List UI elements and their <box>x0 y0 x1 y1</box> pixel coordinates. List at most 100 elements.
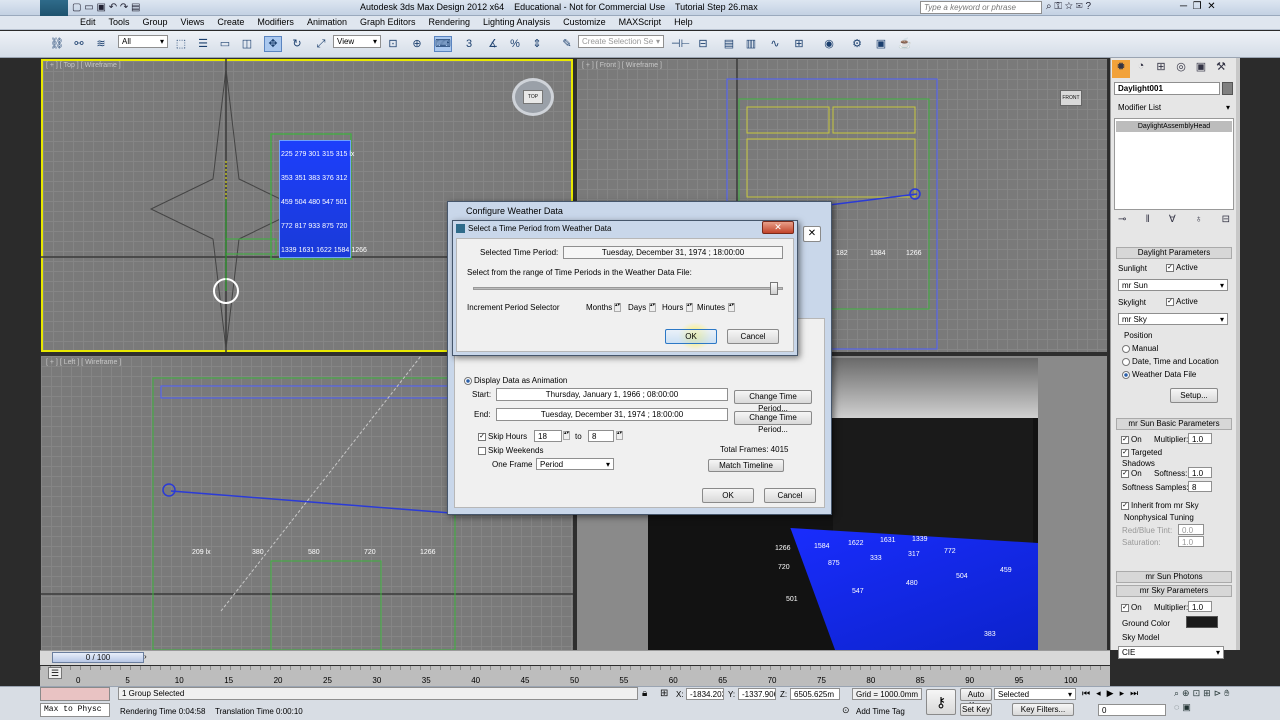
maximize-viewport-icon[interactable]: ▣ <box>1182 702 1191 713</box>
pivot-center-icon[interactable]: ⊡ <box>384 36 402 52</box>
make-unique-icon[interactable]: ∀ <box>1169 214 1176 225</box>
period-slider-track[interactable] <box>473 287 783 290</box>
subscription-icon[interactable]: ⚿ <box>1054 1 1062 12</box>
hours-spinner[interactable]: ▴▾ <box>686 303 693 312</box>
angle-snap-icon[interactable]: ∡ <box>484 36 502 52</box>
menu-views[interactable]: Views <box>181 17 205 27</box>
setup-button[interactable]: Setup... <box>1170 388 1218 403</box>
rect-selection-icon[interactable]: ▭ <box>216 36 234 52</box>
skip-to-spinner[interactable]: ▴▾ <box>616 431 623 440</box>
targeted-checkbox[interactable]: ✓ Targeted <box>1121 448 1162 457</box>
viewcube-top-face[interactable]: TOP <box>523 90 543 104</box>
hierarchy-tab-icon[interactable]: ⊞ <box>1152 60 1170 78</box>
help-icon[interactable]: ? <box>1085 1 1091 12</box>
select-link-icon[interactable]: ⛓ <box>48 36 66 52</box>
position-manual-radio[interactable]: Manual <box>1122 344 1158 353</box>
key-filters-button[interactable]: Key Filters... <box>1012 703 1074 716</box>
go-to-start-icon[interactable]: ⏮ <box>1082 688 1090 699</box>
skip-hours-checkbox[interactable]: ✓ Skip Hours <box>478 432 527 441</box>
graphite-ribbon-icon[interactable]: ▥ <box>742 36 760 52</box>
zoom-extents-icon[interactable]: ⊡ <box>1193 688 1201 699</box>
show-end-result-icon[interactable]: ‖ <box>1146 214 1150 225</box>
command-panel-scrollbar[interactable] <box>1236 58 1240 650</box>
communication-icon[interactable]: ☆ <box>1065 1 1073 12</box>
utilities-tab-icon[interactable]: ⚒ <box>1212 60 1230 78</box>
sky-on-checkbox[interactable]: ✓ On <box>1121 603 1142 612</box>
menu-graph-editors[interactable]: Graph Editors <box>360 17 416 27</box>
keyboard-shortcut-icon[interactable]: ⌨ <box>434 36 452 52</box>
time-slider-thumb[interactable]: 0 / 100 <box>52 652 144 663</box>
modify-tab-icon[interactable]: ◔ <box>1132 60 1150 78</box>
create-tab-icon[interactable]: ✹ <box>1112 60 1130 78</box>
menu-modifiers[interactable]: Modifiers <box>257 17 294 27</box>
mirror-icon[interactable]: ⊣⊢ <box>670 36 690 52</box>
curve-editor-toggle-icon[interactable]: ☰ <box>48 667 62 679</box>
layer-manager-icon[interactable]: ▤ <box>720 36 738 52</box>
current-frame-field[interactable]: 0 <box>1098 704 1166 716</box>
change-start-period-button[interactable]: Change Time Period... <box>734 390 812 413</box>
zoom-extents-all-icon[interactable]: ⊞ <box>1203 688 1211 699</box>
pan-icon[interactable]: ✋︎ <box>1224 688 1229 699</box>
x-coordinate-field[interactable]: -1834.203 <box>686 688 724 700</box>
sun-on-checkbox[interactable]: ✓ On <box>1121 435 1142 444</box>
period-slider-thumb[interactable] <box>769 282 778 295</box>
manipulate-icon[interactable]: ⊕ <box>408 36 426 52</box>
display-as-animation-radio[interactable]: Display Data as Animation <box>464 376 567 385</box>
menu-customize[interactable]: Customize <box>563 17 606 27</box>
percent-snap-icon[interactable]: % <box>506 36 524 52</box>
sky-model-dropdown[interactable]: CIE <box>1118 646 1224 659</box>
sky-type-dropdown[interactable]: mr Sky <box>1118 313 1228 325</box>
sky-multiplier-field[interactable]: 1.0 <box>1188 601 1212 612</box>
set-keys-icon[interactable]: ⚷ <box>926 689 956 715</box>
z-coordinate-field[interactable]: 6505.625m <box>790 688 840 700</box>
y-coordinate-field[interactable]: -1337.906 <box>738 688 776 700</box>
time-period-close-button[interactable]: ✕ <box>762 221 794 234</box>
skylight-active-checkbox[interactable]: ✓ Active <box>1166 297 1198 306</box>
open-file-icon[interactable]: ▭ <box>84 2 93 13</box>
configure-close-button[interactable]: ✕ <box>803 226 821 242</box>
sun-basic-parameters-rollout[interactable]: mr Sun Basic Parameters <box>1116 418 1232 430</box>
configure-ok-button[interactable]: OK <box>702 488 754 503</box>
menu-create[interactable]: Create <box>217 17 244 27</box>
months-spinner[interactable]: ▴▾ <box>614 303 621 312</box>
time-tag-icon[interactable]: ⊙ <box>842 705 850 716</box>
maxscript-listener[interactable] <box>40 687 110 701</box>
modifier-list-dropdown[interactable]: Modifier List <box>1114 101 1234 114</box>
position-weather-radio[interactable]: Weather Data File <box>1122 370 1196 379</box>
selected-set-dropdown[interactable]: Selected <box>994 688 1076 700</box>
modifier-stack-item[interactable]: DaylightAssemblyHead <box>1116 121 1232 132</box>
change-end-period-button[interactable]: Change Time Period... <box>734 411 812 434</box>
menu-edit[interactable]: Edit <box>80 17 96 27</box>
bind-spacewarp-icon[interactable]: ≋ <box>92 36 110 52</box>
reference-coordinate-dropdown[interactable]: View <box>333 35 381 48</box>
inherit-sky-checkbox[interactable]: ✓ Inherit from mr Sky <box>1121 501 1199 510</box>
sky-parameters-rollout[interactable]: mr Sky Parameters <box>1116 585 1232 597</box>
select-by-name-icon[interactable]: ☰ <box>194 36 212 52</box>
skip-from-spinner[interactable]: ▴▾ <box>563 431 570 440</box>
window-crossing-icon[interactable]: ◫ <box>238 36 256 52</box>
match-timeline-button[interactable]: Match Timeline <box>708 459 784 472</box>
next-frame-icon[interactable]: ▸ <box>1120 688 1125 699</box>
menu-lighting-analysis[interactable]: Lighting Analysis <box>483 17 550 27</box>
edit-named-selection-icon[interactable]: ✎ <box>558 36 576 52</box>
one-frame-dropdown[interactable]: Period <box>536 458 614 470</box>
skip-weekends-checkbox[interactable]: Skip Weekends <box>478 446 543 455</box>
shadows-on-checkbox[interactable]: ✓ On <box>1121 469 1142 478</box>
render-setup-icon[interactable]: ⚙ <box>848 36 866 52</box>
selection-lock-icon[interactable]: 🔒︎ <box>642 688 647 699</box>
render-production-icon[interactable]: ☕ <box>896 36 914 52</box>
fov-icon[interactable]: ⊳ <box>1214 688 1222 699</box>
sun-multiplier-field[interactable]: 1.0 <box>1188 433 1212 444</box>
previous-frame-icon[interactable]: ◂ <box>1096 688 1101 699</box>
minimize-icon[interactable]: ─ <box>1180 1 1187 12</box>
motion-tab-icon[interactable]: ◎ <box>1172 60 1190 78</box>
menu-group[interactable]: Group <box>143 17 168 27</box>
pin-stack-icon[interactable]: ⊸ <box>1118 214 1126 225</box>
search-icon[interactable]: ⌕ <box>1046 1 1052 12</box>
absolute-mode-icon[interactable]: ⊞ <box>660 688 668 699</box>
zoom-all-icon[interactable]: ⊕ <box>1182 688 1190 699</box>
named-selection-set-dropdown[interactable]: Create Selection Se <box>578 35 664 48</box>
softness-field[interactable]: 1.0 <box>1188 467 1212 478</box>
skip-hours-from-field[interactable]: 18 <box>534 430 562 442</box>
add-time-tag[interactable]: Add Time Tag <box>856 707 905 716</box>
